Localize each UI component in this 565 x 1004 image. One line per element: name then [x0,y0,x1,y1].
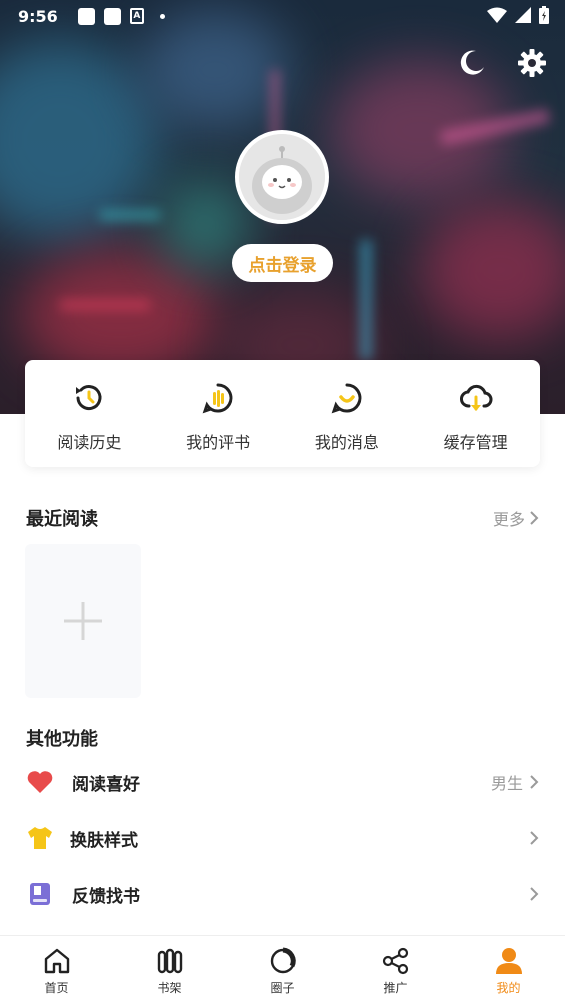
nav-label: 圈子 [270,981,295,995]
row-value: 男生 [490,774,523,793]
row-label: 换肤样式 [70,830,138,851]
nav-label: 首页 [44,981,69,995]
chevron-right-icon [530,831,539,845]
cloud-download-icon [459,384,493,411]
status-time: 9:56 [18,6,58,26]
nav-bookshelf[interactable]: 书架 [113,936,226,1004]
login-button[interactable]: 点击登录 [232,244,333,282]
nav-label: 我的 [496,981,521,995]
row-label: 反馈找书 [72,886,140,907]
nav-label: 推广 [383,981,408,995]
notification-icon [77,7,95,25]
skin-style-row[interactable]: 换肤样式 [0,810,565,866]
nav-circle[interactable]: 圈子 [226,936,339,1004]
signal-icon [515,7,531,23]
quick-action-history[interactable]: 阅读历史 [25,360,154,467]
plus-icon [64,602,102,640]
other-functions-title: 其他功能 [26,729,98,750]
default-avatar-icon [239,134,325,220]
quick-action-label: 缓存管理 [443,433,508,452]
nav-promotion[interactable]: 推广 [339,936,452,1004]
chevron-right-icon [530,887,539,901]
history-icon [76,385,102,411]
more-label: 更多 [492,510,525,529]
quick-action-messages[interactable]: 我的消息 [283,360,412,467]
message-icon [331,383,362,414]
nav-label: 书架 [157,981,182,995]
quick-action-label: 我的消息 [314,433,379,452]
tshirt-icon [28,827,52,849]
settings-icon[interactable] [517,48,547,78]
profile-page: 9:56 A 点击登录 阅读历史 我的评书 我的消息 缓存管理 最近阅读 更多 … [0,0,565,1004]
avatar[interactable] [235,130,329,224]
home-icon [44,948,69,974]
more-link[interactable]: 更多 [493,506,539,530]
battery-icon [539,6,549,24]
chevron-right-icon [530,511,539,525]
quick-actions-card: 阅读历史 我的评书 我的消息 缓存管理 [25,360,540,467]
header-background: 9:56 A 点击登录 [0,0,565,414]
recent-reading-title: 最近阅读 [26,509,98,530]
bookshelf-icon [157,948,182,974]
wifi-icon [487,7,507,23]
quick-action-comments[interactable]: 我的评书 [154,360,283,467]
heart-icon [27,771,53,793]
row-label: 阅读喜好 [72,774,140,795]
chevron-right-icon [530,775,539,789]
comment-icon [202,383,233,414]
nav-home[interactable]: 首页 [0,936,113,1004]
nav-profile[interactable]: 我的 [452,936,565,1004]
add-book-button[interactable] [25,544,141,698]
notification-icon [103,7,121,25]
feedback-find-book-row[interactable]: 反馈找书 [0,866,565,922]
status-bar: 9:56 A [0,0,565,32]
night-mode-icon[interactable] [457,48,487,78]
reading-preference-row[interactable]: 阅读喜好 男生 [0,754,565,810]
more-notifications-icon [159,13,165,19]
share-icon [382,947,408,975]
profile-icon [495,948,522,974]
quick-action-label: 我的评书 [186,433,251,452]
circle-icon [270,947,296,974]
book-icon [30,883,50,905]
notification-icon: A [129,8,144,24]
quick-action-label: 阅读历史 [57,433,122,452]
bottom-navigation: 首页 书架 圈子 推广 我的 [0,935,565,1004]
quick-action-cache[interactable]: 缓存管理 [411,360,540,467]
